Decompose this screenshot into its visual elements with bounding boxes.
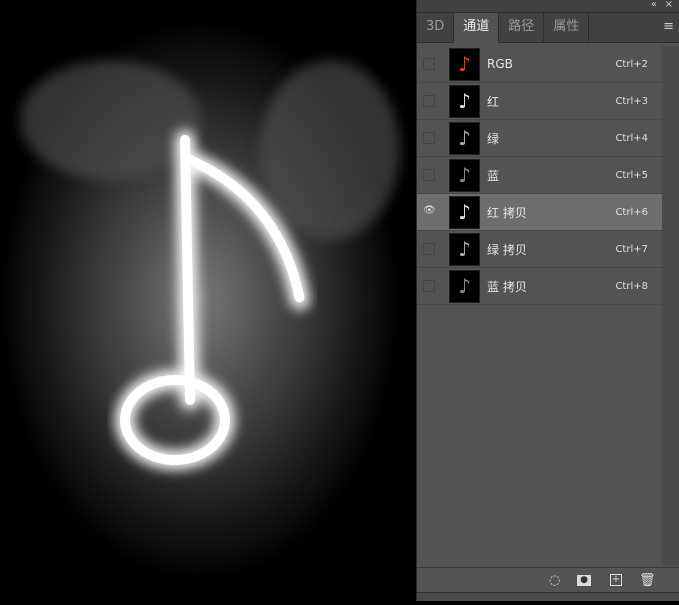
tab-3d[interactable]: 3D: [417, 13, 455, 42]
channel-shortcut: Ctrl+7: [615, 243, 648, 255]
channel-row[interactable]: 👁 ♪ 红 拷贝 Ctrl+6: [417, 194, 663, 231]
channel-shortcut: Ctrl+3: [615, 95, 648, 107]
panel-resize-grip[interactable]: [417, 592, 679, 601]
channel-name: 绿: [487, 131, 500, 146]
channel-thumbnail: ♪: [449, 47, 480, 81]
channel-thumbnail: ♪: [449, 269, 480, 303]
visibility-toggle[interactable]: [423, 132, 435, 144]
delete-channel-icon[interactable]: 🗑: [639, 573, 656, 588]
panel-menu-icon[interactable]: ≡: [663, 19, 674, 34]
channel-name: 蓝: [487, 168, 500, 183]
channel-list: ♪ RGB Ctrl+2 ♪ 红 Ctrl+3 ♪ 绿 Ctrl+4 ♪ 蓝 C…: [417, 46, 663, 305]
eye-icon[interactable]: 👁: [423, 206, 436, 218]
channel-name: RGB: [487, 57, 513, 71]
load-selection-icon[interactable]: ◌: [549, 573, 560, 588]
channel-row[interactable]: ♪ 红 Ctrl+3: [417, 83, 663, 120]
channel-thumbnail: ♪: [449, 121, 480, 155]
visibility-toggle[interactable]: [423, 58, 435, 70]
document-canvas[interactable]: [0, 0, 416, 601]
music-note-image: [0, 20, 400, 580]
channel-thumbnail: ♪: [449, 232, 480, 266]
panel-topbar: « ×: [417, 0, 679, 13]
channels-panel: « × 3D 通道 路径 属性 ≡ ♪ RGB Ctrl+2 ♪ 红 Ctrl+…: [416, 0, 679, 601]
channel-shortcut: Ctrl+5: [615, 169, 648, 181]
visibility-toggle[interactable]: [423, 95, 435, 107]
channel-row[interactable]: ♪ 绿 Ctrl+4: [417, 120, 663, 157]
panel-tabs: 3D 通道 路径 属性 ≡: [417, 13, 679, 43]
channel-row[interactable]: ♪ 绿 拷贝 Ctrl+7: [417, 231, 663, 268]
channel-name: 红 拷贝: [487, 205, 527, 220]
visibility-toggle[interactable]: [423, 243, 435, 255]
channel-thumbnail: ♪: [449, 84, 480, 118]
new-channel-icon[interactable]: +: [610, 574, 622, 586]
save-selection-icon[interactable]: ●: [577, 575, 591, 586]
scrollbar[interactable]: [662, 46, 679, 566]
channel-shortcut: Ctrl+2: [615, 58, 648, 70]
channel-thumbnail: ♪: [449, 195, 480, 229]
channel-thumbnail: ♪: [449, 158, 480, 192]
channel-shortcut: Ctrl+8: [615, 280, 648, 292]
tab-properties[interactable]: 属性: [544, 13, 590, 42]
collapse-icon[interactable]: «: [651, 0, 657, 10]
tab-channels[interactable]: 通道: [454, 13, 500, 43]
channel-name: 红: [487, 94, 500, 109]
channel-row[interactable]: ♪ RGB Ctrl+2: [417, 46, 663, 83]
channel-shortcut: Ctrl+6: [615, 206, 648, 218]
panel-footer: ◌ ● + 🗑: [417, 567, 679, 592]
channel-name: 绿 拷贝: [487, 242, 527, 257]
tab-paths[interactable]: 路径: [499, 13, 545, 42]
visibility-toggle[interactable]: [423, 280, 435, 292]
channel-row[interactable]: ♪ 蓝 拷贝 Ctrl+8: [417, 268, 663, 305]
channel-name: 蓝 拷贝: [487, 279, 527, 294]
visibility-toggle[interactable]: [423, 169, 435, 181]
channel-shortcut: Ctrl+4: [615, 132, 648, 144]
channel-row[interactable]: ♪ 蓝 Ctrl+5: [417, 157, 663, 194]
close-icon[interactable]: ×: [665, 0, 673, 10]
